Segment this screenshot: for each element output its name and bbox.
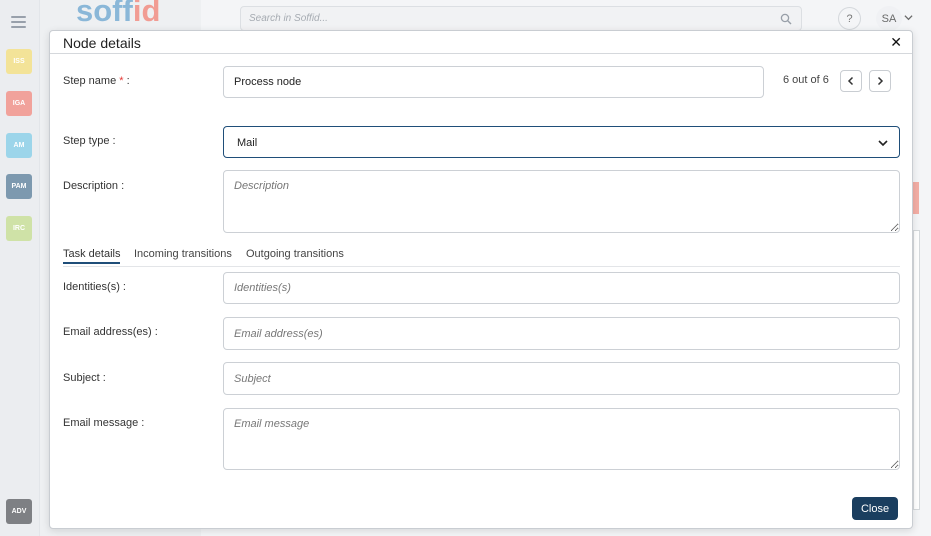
close-icon[interactable]: ✕: [890, 35, 902, 49]
identities-label: Identities(s) :: [63, 281, 126, 293]
subject-label: Subject :: [63, 372, 106, 384]
subject-input[interactable]: [223, 362, 900, 395]
step-name-label: Step name * :: [63, 75, 130, 87]
chevron-right-icon: [877, 76, 884, 86]
step-name-input[interactable]: [223, 66, 764, 98]
tab-task-details[interactable]: Task details: [63, 248, 121, 264]
email-message-textarea[interactable]: [223, 408, 900, 470]
description-textarea[interactable]: [223, 170, 900, 233]
tab-incoming-transitions[interactable]: Incoming transitions: [134, 248, 232, 262]
next-button[interactable]: [869, 70, 891, 92]
task-tabs: Task details Incoming transitions Outgoi…: [63, 247, 900, 267]
step-type-value: Mail: [237, 137, 258, 149]
dialog-title: Node details: [63, 35, 141, 51]
email-address-input[interactable]: [223, 317, 900, 350]
step-type-label: Step type :: [63, 135, 116, 147]
close-button[interactable]: Close: [852, 497, 898, 520]
node-details-dialog: Node details ✕ Step name * : 6 out of 6 …: [49, 30, 913, 529]
previous-button[interactable]: [840, 70, 862, 92]
description-label: Description :: [63, 180, 125, 192]
email-message-label: Email message :: [63, 417, 145, 429]
tab-outgoing-transitions[interactable]: Outgoing transitions: [246, 248, 344, 262]
dialog-header: Node details ✕: [50, 31, 912, 54]
chevron-left-icon: [847, 76, 854, 86]
step-type-select[interactable]: Mail: [223, 126, 900, 158]
chevron-down-icon: [878, 140, 888, 147]
pager-text: 6 out of 6: [783, 74, 829, 86]
email-address-label: Email address(es) :: [63, 326, 158, 338]
identities-input[interactable]: [223, 272, 900, 304]
